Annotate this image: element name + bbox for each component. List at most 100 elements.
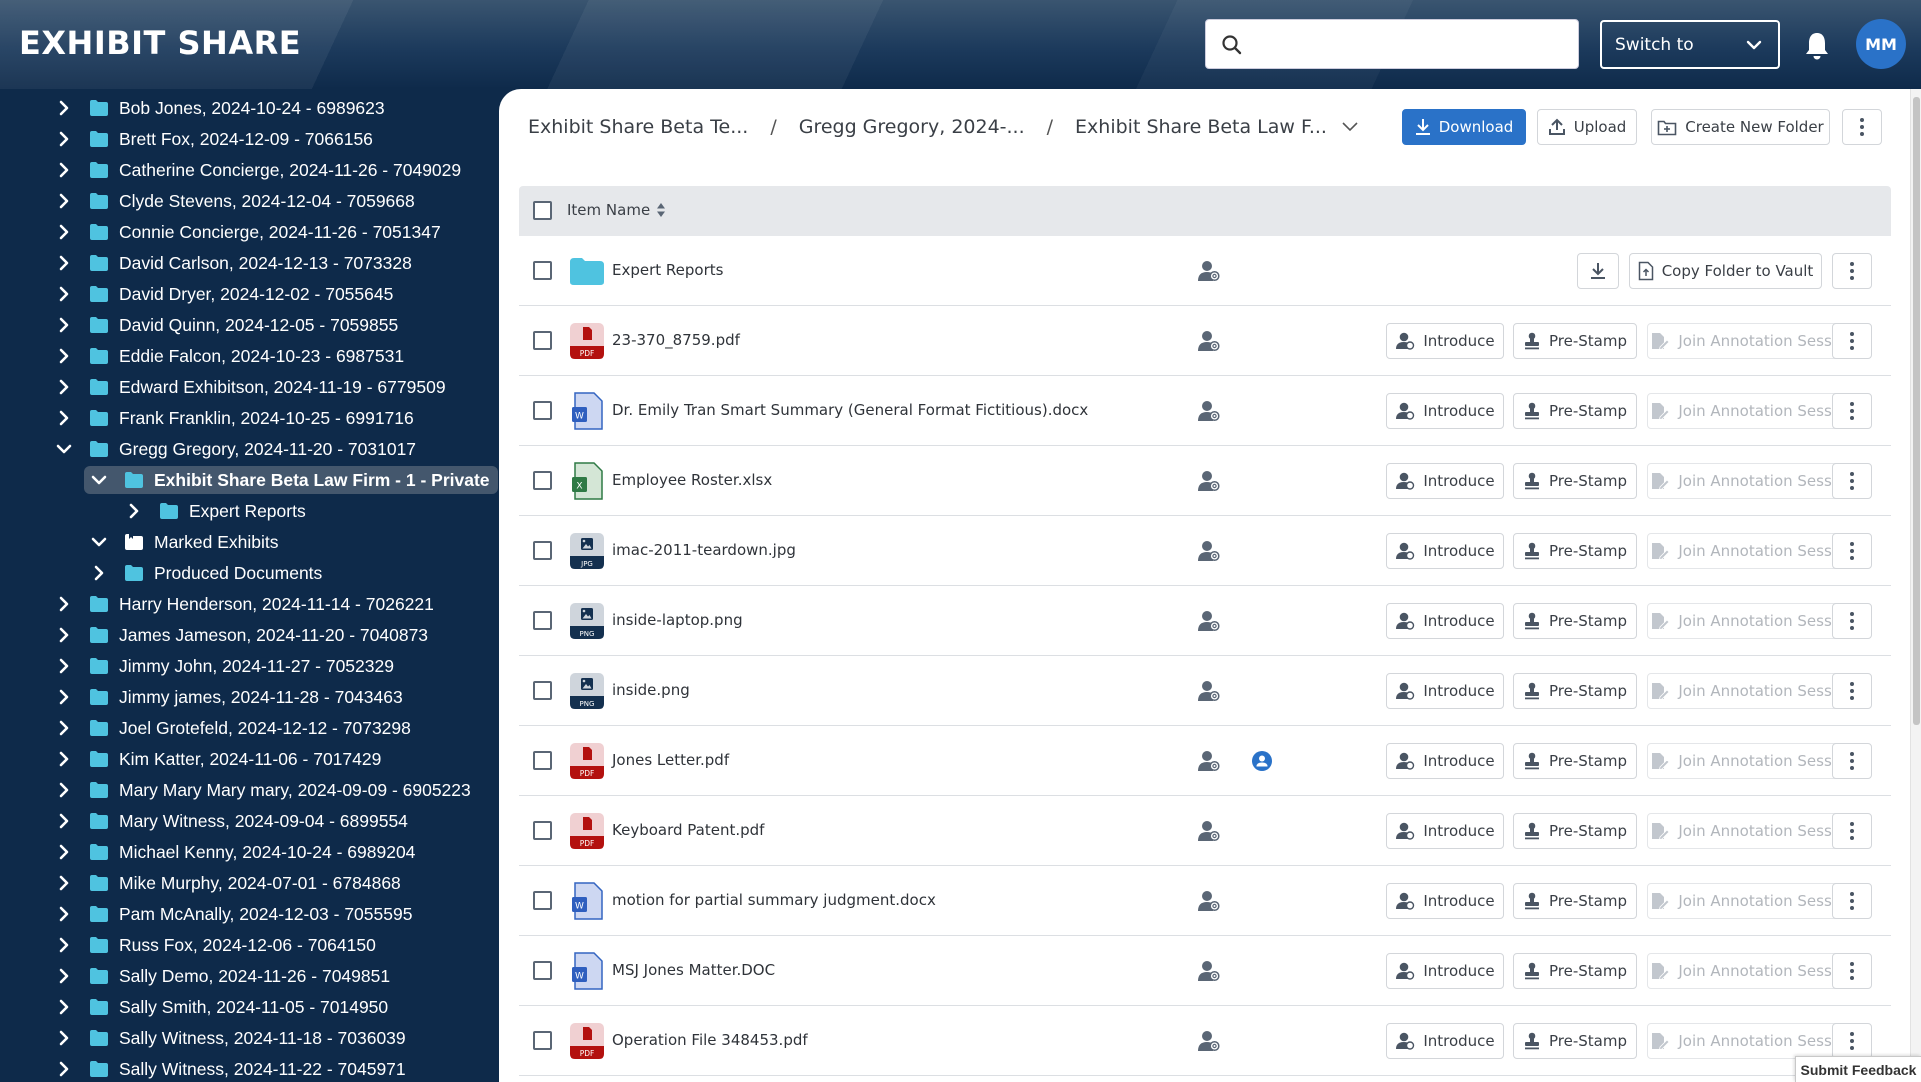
introduce-button[interactable]: Introduce <box>1386 463 1504 499</box>
join-annotation-session-button[interactable]: Join Annotation Session <box>1647 743 1858 779</box>
row-more-options-button[interactable] <box>1832 953 1872 989</box>
row-more-options-button[interactable] <box>1832 603 1872 639</box>
row-checkbox[interactable] <box>533 961 552 980</box>
chevron-right-icon[interactable] <box>55 409 73 427</box>
row-checkbox[interactable] <box>533 261 552 280</box>
breadcrumb-item-current[interactable]: Exhibit Share Beta Law F... <box>1075 116 1327 138</box>
pre-stamp-button[interactable]: Pre-Stamp <box>1513 533 1637 569</box>
chevron-right-icon[interactable] <box>55 285 73 303</box>
download-button[interactable]: Download <box>1402 109 1526 145</box>
share-user-icon[interactable] <box>1197 610 1221 632</box>
search-box[interactable] <box>1205 19 1579 69</box>
introduce-button[interactable]: Introduce <box>1386 813 1504 849</box>
share-user-icon[interactable] <box>1197 330 1221 352</box>
tree-item[interactable]: Connie Concierge, 2024-11-26 - 7051347 <box>55 218 441 246</box>
chevron-right-icon[interactable] <box>55 843 73 861</box>
file-row[interactable]: X Employee Roster.xlsx Introduce Pre-Stamp J… <box>519 446 1891 516</box>
row-more-options-button[interactable] <box>1832 393 1872 429</box>
item-name[interactable]: Dr. Emily Tran Smart Summary (General Fo… <box>612 401 1088 419</box>
share-user-icon[interactable] <box>1197 1030 1221 1052</box>
file-row[interactable]: PDF Jones Letter.pdf Introduce Pre-Stamp Joi… <box>519 726 1891 796</box>
item-name[interactable]: Employee Roster.xlsx <box>612 471 772 489</box>
file-row[interactable]: W MSJ Jones Matter.DOC Introduce Pre-Stamp J… <box>519 936 1891 1006</box>
switch-to-dropdown[interactable]: Switch to <box>1600 20 1780 69</box>
row-more-options-button[interactable] <box>1832 1023 1872 1059</box>
row-checkbox[interactable] <box>533 751 552 770</box>
item-name[interactable]: Keyboard Patent.pdf <box>612 821 764 839</box>
join-annotation-session-button[interactable]: Join Annotation Session <box>1647 393 1858 429</box>
row-more-options-button[interactable] <box>1832 463 1872 499</box>
introduce-button[interactable]: Introduce <box>1386 1023 1504 1059</box>
tree-item[interactable]: Jimmy John, 2024-11-27 - 7052329 <box>55 652 394 680</box>
tree-item[interactable]: Kim Katter, 2024-11-06 - 7017429 <box>55 745 381 773</box>
breadcrumb-item[interactable]: Exhibit Share Beta Te... <box>528 116 748 138</box>
share-user-icon[interactable] <box>1197 540 1221 562</box>
pre-stamp-button[interactable]: Pre-Stamp <box>1513 463 1637 499</box>
row-more-options-button[interactable] <box>1832 323 1872 359</box>
item-name[interactable]: inside.png <box>612 681 690 699</box>
user-avatar[interactable]: MM <box>1856 19 1906 69</box>
tree-item[interactable]: Edward Exhibitson, 2024-11-19 - 6779509 <box>55 373 446 401</box>
tree-item[interactable]: Gregg Gregory, 2024-11-20 - 7031017 <box>55 435 416 463</box>
tree-item[interactable]: David Carlson, 2024-12-13 - 7073328 <box>55 249 412 277</box>
item-name[interactable]: imac-2011-teardown.jpg <box>612 541 796 559</box>
tree-item[interactable]: Pam McAnally, 2024-12-03 - 7055595 <box>55 900 412 928</box>
folder-row[interactable]: Expert Reports Copy Folder to Vault <box>519 236 1891 306</box>
file-row[interactable]: Wmotion for partial summary judgment.doc… <box>519 866 1891 936</box>
tree-item[interactable]: Catherine Concierge, 2024-11-26 - 704902… <box>55 156 461 184</box>
join-annotation-session-button[interactable]: Join Annotation Session <box>1647 323 1858 359</box>
tree-item[interactable]: David Dryer, 2024-12-02 - 7055645 <box>55 280 393 308</box>
chevron-right-icon[interactable] <box>55 688 73 706</box>
pre-stamp-button[interactable]: Pre-Stamp <box>1513 883 1637 919</box>
introduce-button[interactable]: Introduce <box>1386 603 1504 639</box>
chevron-down-icon[interactable] <box>55 440 73 458</box>
item-name[interactable]: Operation File 348453.pdf <box>612 1031 808 1049</box>
chevron-right-icon[interactable] <box>55 316 73 334</box>
file-row[interactable]: W Dr. Emily Tran Smart Summary (General F… <box>519 376 1891 446</box>
submit-feedback-button[interactable]: Submit Feedback <box>1795 1056 1921 1082</box>
tree-item[interactable]: Russ Fox, 2024-12-06 - 7064150 <box>55 931 376 959</box>
chevron-right-icon[interactable] <box>55 161 73 179</box>
scrollbar[interactable] <box>1910 89 1921 1082</box>
item-name[interactable]: motion for partial summary judgment.docx <box>612 891 936 909</box>
tree-item[interactable]: Michael Kenny, 2024-10-24 - 6989204 <box>55 838 415 866</box>
notification-bell-icon[interactable] <box>1804 31 1830 61</box>
pre-stamp-button[interactable]: Pre-Stamp <box>1513 393 1637 429</box>
chevron-right-icon[interactable] <box>55 595 73 613</box>
row-more-options-button[interactable] <box>1832 883 1872 919</box>
item-name[interactable]: MSJ Jones Matter.DOC <box>612 961 775 979</box>
tree-item[interactable]: Sally Witness, 2024-11-22 - 7045971 <box>55 1055 406 1082</box>
row-checkbox[interactable] <box>533 821 552 840</box>
row-checkbox[interactable] <box>533 611 552 630</box>
tree-item[interactable]: Produced Documents <box>90 559 322 587</box>
row-checkbox[interactable] <box>533 541 552 560</box>
row-more-options-button[interactable] <box>1832 533 1872 569</box>
chevron-down-icon[interactable] <box>90 533 108 551</box>
file-row[interactable]: PDF Keyboard Patent.pdf Introduce Pre-Stamp… <box>519 796 1891 866</box>
tree-item[interactable]: Clyde Stevens, 2024-12-04 - 7059668 <box>55 187 415 215</box>
introduce-button[interactable]: Introduce <box>1386 393 1504 429</box>
file-row[interactable]: PNG inside.png Introduce Pre-Stamp Join Anno… <box>519 656 1891 726</box>
tree-item[interactable]: Eddie Falcon, 2024-10-23 - 6987531 <box>55 342 404 370</box>
chevron-right-icon[interactable] <box>55 750 73 768</box>
chevron-right-icon[interactable] <box>55 905 73 923</box>
join-annotation-session-button[interactable]: Join Annotation Session <box>1647 953 1858 989</box>
row-more-options-button[interactable] <box>1832 673 1872 709</box>
item-name[interactable]: Jones Letter.pdf <box>612 751 729 769</box>
folder-download-button[interactable] <box>1577 253 1619 289</box>
share-user-icon[interactable] <box>1197 820 1221 842</box>
file-row[interactable]: PDF Operation File 348453.pdf Introduce Pre… <box>519 1006 1891 1076</box>
item-name[interactable]: Expert Reports <box>612 261 723 279</box>
row-more-options-button[interactable] <box>1832 743 1872 779</box>
chevron-right-icon[interactable] <box>55 781 73 799</box>
tree-item[interactable]: Frank Franklin, 2024-10-25 - 6991716 <box>55 404 414 432</box>
tree-item[interactable]: Expert Reports <box>125 497 306 525</box>
chevron-right-icon[interactable] <box>55 347 73 365</box>
tree-item[interactable]: Exhibit Share Beta Law Firm - 1 - Privat… <box>84 466 498 494</box>
join-annotation-session-button[interactable]: Join Annotation Session <box>1647 603 1858 639</box>
chevron-right-icon[interactable] <box>55 998 73 1016</box>
item-name[interactable]: inside-laptop.png <box>612 611 743 629</box>
join-annotation-session-button[interactable]: Join Annotation Session <box>1647 813 1858 849</box>
select-all-checkbox[interactable] <box>533 201 552 220</box>
chevron-right-icon[interactable] <box>55 254 73 272</box>
